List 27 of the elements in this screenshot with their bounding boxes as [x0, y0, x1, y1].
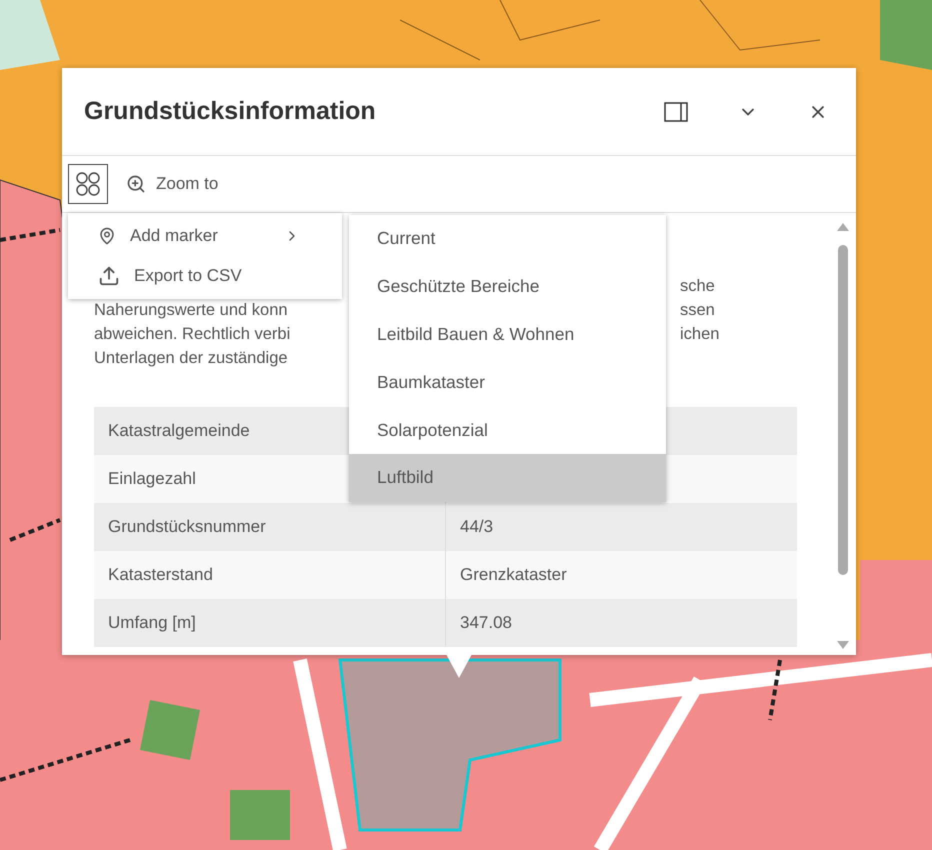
submenu-item[interactable]: Leitbild Bauen & Wohnen: [349, 310, 666, 358]
description-text: Unterlagen der zuständige: [94, 348, 288, 369]
actions-button[interactable]: [68, 164, 108, 204]
menu-item[interactable]: Add marker: [68, 216, 342, 256]
submenu-item[interactable]: Luftbild: [349, 454, 666, 502]
attribute-value-cell-text: 347.08: [459, 612, 513, 634]
attribute-value-cell-text: 44/3: [459, 516, 494, 538]
description-text: Naherungswerte und konn: [94, 300, 288, 321]
description-text: ichen: [680, 324, 720, 345]
upload-icon: [98, 265, 120, 287]
description-text: ssen: [680, 300, 715, 321]
submenu-item[interactable]: Geschützte Bereiche: [349, 262, 666, 311]
menu-item[interactable]: Export to CSV: [68, 256, 342, 296]
description-text: abweichen. Rechtlich verbi: [94, 324, 290, 345]
zoom-to-button[interactable]: Zoom to: [122, 170, 222, 198]
zoom-in-icon: [126, 174, 146, 194]
map-pin-icon: [98, 227, 116, 245]
attribute-value-cell-text: Grenzkataster: [459, 564, 568, 586]
scrollbar[interactable]: [836, 221, 850, 651]
popup-title: Grundstücksinformation: [84, 97, 377, 126]
dock-icon: [664, 102, 688, 122]
circles-grid-icon: [75, 171, 101, 197]
submenu-item[interactable]: Solarpotenzial: [349, 406, 666, 454]
submenu-item[interactable]: Current: [349, 215, 666, 263]
description-text: sche: [680, 276, 715, 297]
attribute-name-cell: Umfang [m]: [94, 599, 446, 647]
submenu-item[interactable]: Baumkataster: [349, 358, 666, 406]
